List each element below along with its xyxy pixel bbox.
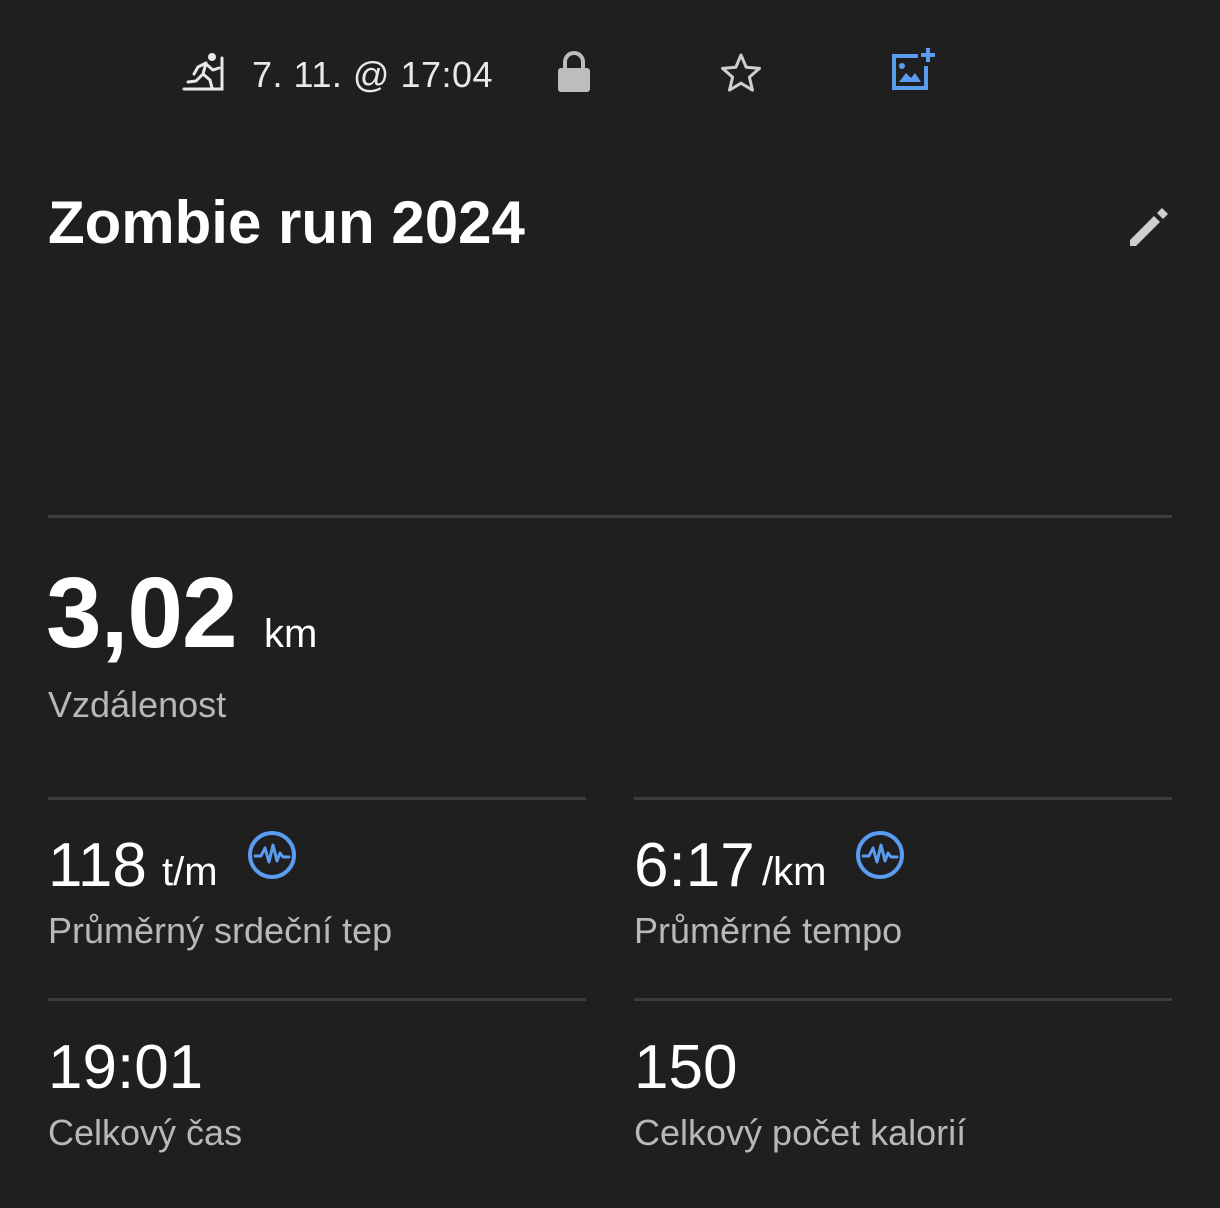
activity-detail-page: 7. 11. @ 17:04 Zombie run 2024 3,02 km V… (0, 0, 1220, 1208)
calories-label: Celkový počet kalorií (634, 1112, 967, 1153)
activity-datetime: 7. 11. @ 17:04 (252, 54, 494, 95)
distance-label: Vzdálenost (48, 684, 227, 725)
add-photo-icon[interactable] (888, 46, 936, 94)
activity-title: Zombie run 2024 (48, 189, 525, 256)
pencil-icon[interactable] (1124, 204, 1172, 252)
lock-icon[interactable] (556, 50, 592, 94)
distance-value: 3,02 (46, 557, 238, 669)
heart-rate-label: Průměrný srdeční tep (48, 910, 393, 951)
divider (634, 797, 1172, 800)
total-time-label: Celkový čas (48, 1112, 243, 1153)
divider (48, 797, 586, 800)
divider (634, 998, 1172, 1001)
divider (48, 998, 586, 1001)
distance-unit: km (264, 612, 318, 656)
divider (48, 515, 1172, 518)
star-outline-icon[interactable] (720, 52, 762, 94)
activity-header-bar: 7. 11. @ 17:04 (0, 40, 1220, 110)
pace-unit: /km (762, 850, 827, 894)
heart-rate-chart-icon[interactable] (854, 829, 906, 881)
calories-value: 150 (634, 1033, 738, 1102)
pace-label: Průměrné tempo (634, 910, 903, 951)
pace-value: 6:17 (634, 831, 755, 900)
heart-rate-chart-icon[interactable] (246, 829, 298, 881)
heart-rate-unit: t/m (162, 850, 218, 894)
treadmill-run-icon (182, 53, 224, 91)
heart-rate-value: 118 (48, 831, 147, 900)
total-time-value: 19:01 (48, 1033, 204, 1102)
